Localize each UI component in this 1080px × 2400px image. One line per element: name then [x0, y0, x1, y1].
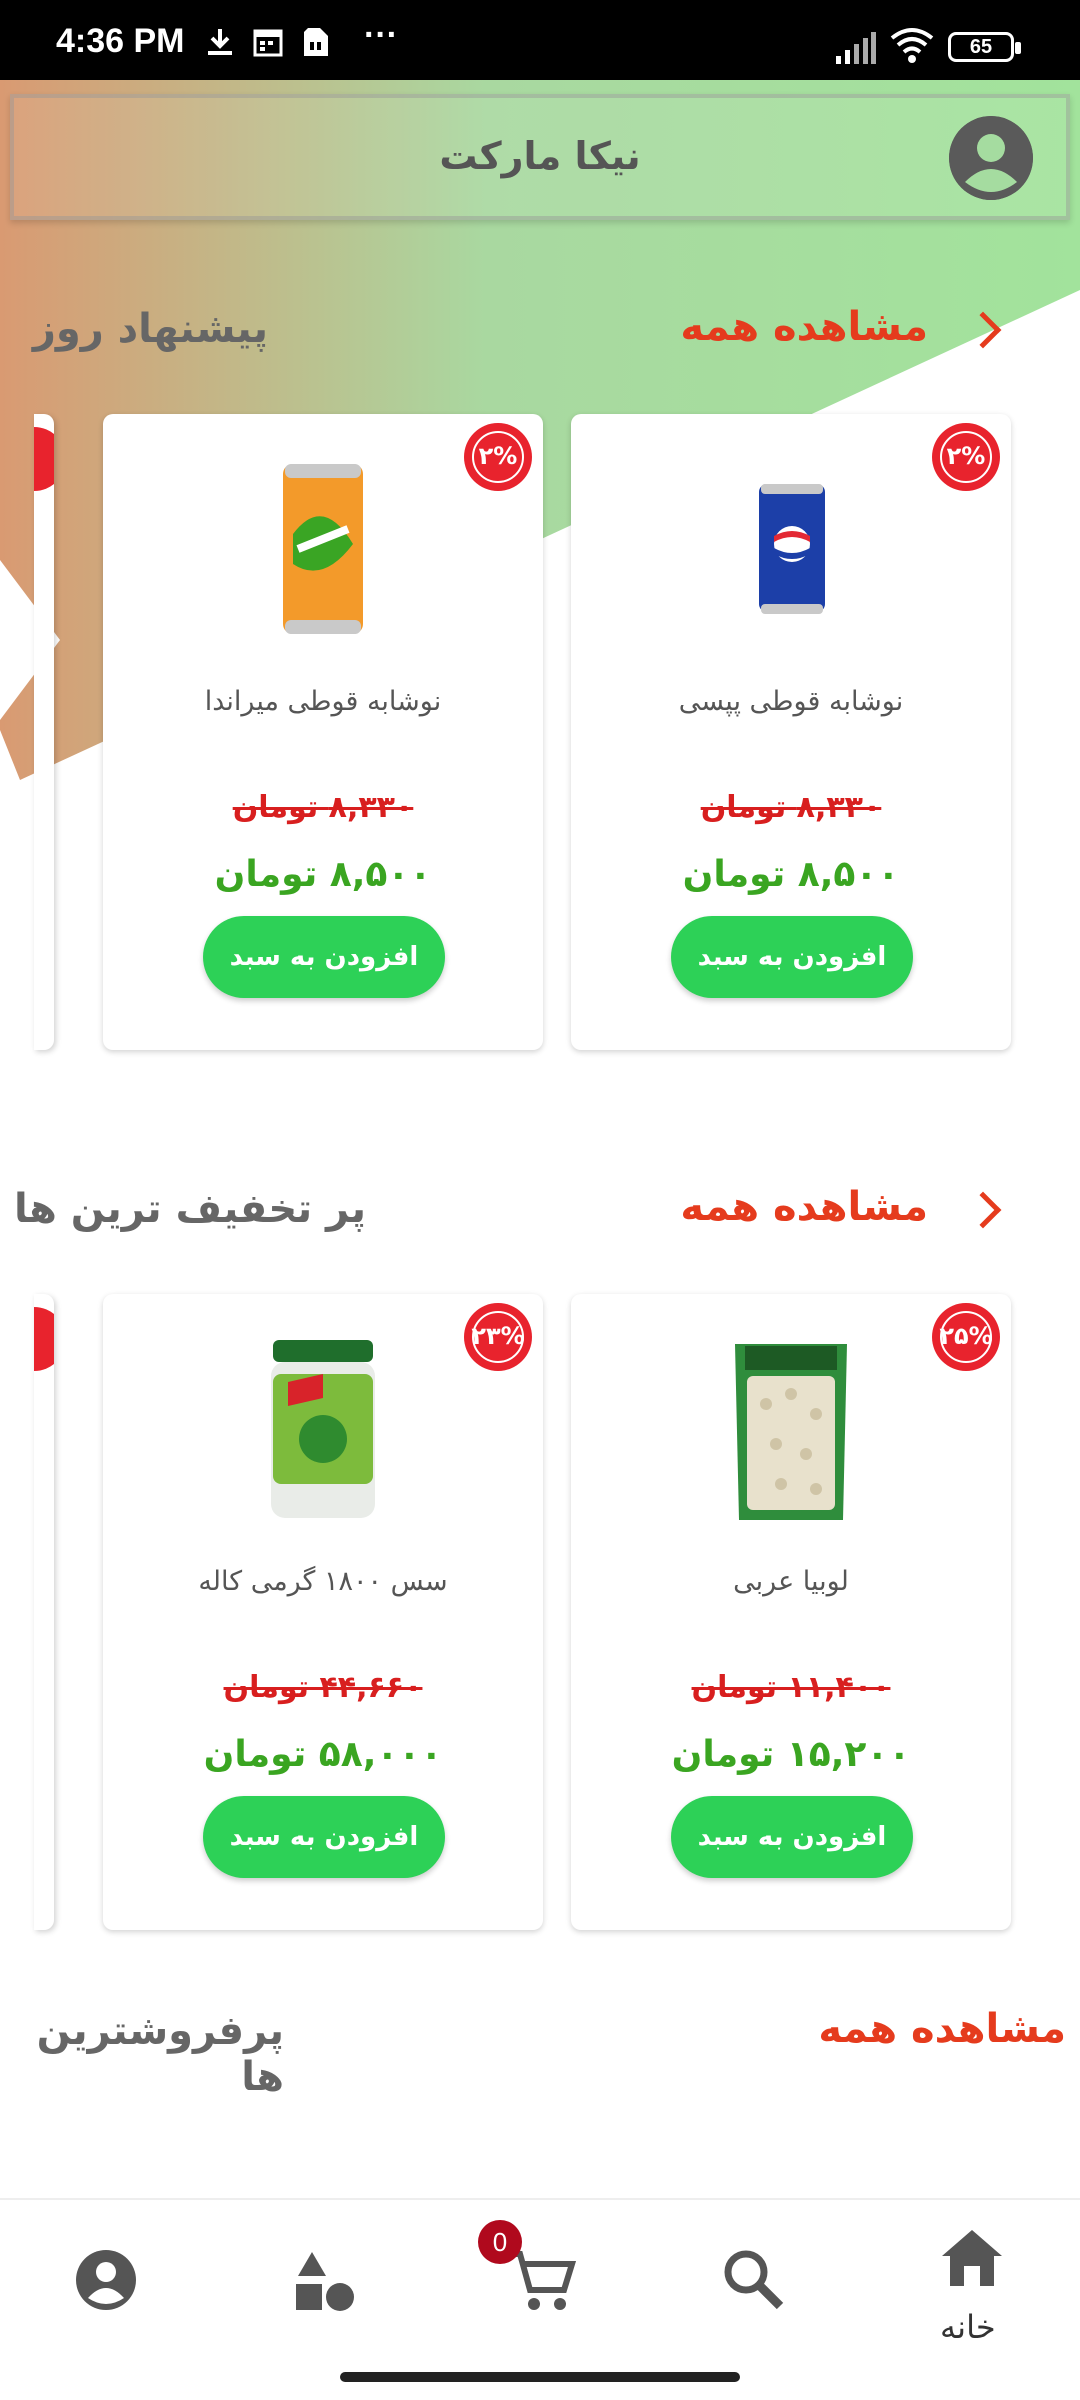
- chevron-right-icon[interactable]: [964, 1191, 1002, 1229]
- mirinda-can-image: [283, 464, 363, 634]
- product-card[interactable]: ۲% نوشابه قوطی میراندا ۸,۳۳۰ تومان ۸,۵۰۰…: [103, 414, 543, 1050]
- wifi-icon: [890, 28, 934, 63]
- search-icon[interactable]: [714, 2240, 794, 2320]
- new-price: ۱۵,۲۰۰ تومان: [671, 1734, 911, 1775]
- product-name: سس ۱۸۰۰ گرمی کاله: [198, 1566, 448, 1597]
- pepsi-can-image: [759, 484, 825, 614]
- add-to-cart-button[interactable]: افزودن به سبد: [203, 1796, 445, 1878]
- old-price: ۸,۳۳۰ تومان: [232, 790, 414, 825]
- product-name: نوشابه قوطی پپسی: [678, 686, 904, 717]
- bottom-navigation: 0 خانه: [0, 2198, 1080, 2400]
- beans-bag-image: [735, 1344, 847, 1520]
- discount-badge-icon: [34, 427, 54, 491]
- discount-text: ۲۵%: [939, 1322, 993, 1350]
- product-card[interactable]: ۲% نوشابه قوطی پپسی ۸,۳۳۰ تومان ۸,۵۰۰ تو…: [571, 414, 1011, 1050]
- signal-icon: [836, 32, 876, 64]
- discount-badge: ۲۵%: [931, 1302, 1001, 1372]
- see-all-best-sellers[interactable]: مشاهده همه: [818, 2006, 1066, 2052]
- add-to-cart-button[interactable]: افزودن به سبد: [671, 1796, 913, 1878]
- gesture-home-bar[interactable]: [340, 2372, 740, 2382]
- discount-badge-icon: [34, 1307, 54, 1371]
- product-name: نوشابه قوطی میراندا: [204, 686, 442, 717]
- discount-badge: ۲%: [931, 422, 1001, 492]
- product-name: لوبیا عربی: [733, 1566, 849, 1597]
- profile-icon[interactable]: [66, 2240, 146, 2320]
- status-time: 4:36 PM: [56, 22, 185, 60]
- discount-badge: ۲%: [463, 422, 533, 492]
- new-price: ۵۸,۰۰۰ تومان: [203, 1734, 443, 1775]
- discount-text: ۲۳%: [471, 1322, 525, 1350]
- product-card[interactable]: ۲۵% لوبیا عربی ۱۱,۴۰۰ تومان ۱۵,۲۰۰ تومان…: [571, 1294, 1011, 1930]
- status-bar: 4:36 PM ··· 65: [0, 0, 1080, 80]
- app-screen: 4:36 PM ··· 65 نیکا مارکت پیشنهاد روز مش…: [0, 0, 1080, 2400]
- nav-label-home[interactable]: خانه: [940, 2308, 996, 2346]
- see-all-daily-offer[interactable]: مشاهده همه: [680, 304, 928, 350]
- more-dots: ···: [364, 16, 398, 54]
- old-price: ۸,۳۳۰ تومان: [700, 790, 882, 825]
- new-price: ۸,۵۰۰ تومان: [214, 854, 432, 895]
- sim-card-icon: [304, 28, 328, 56]
- add-to-cart-button[interactable]: افزودن به سبد: [671, 916, 913, 998]
- product-card[interactable]: ۲۳% سس ۱۸۰۰ گرمی کاله ۴۴,۶۶۰ تومان ۵۸,۰۰…: [103, 1294, 543, 1930]
- cart-count-badge: 0: [478, 2220, 522, 2264]
- battery-icon: 65: [948, 32, 1021, 62]
- home-icon[interactable]: [932, 2220, 1012, 2300]
- profile-avatar-icon[interactable]: [949, 116, 1033, 200]
- discount-text: ۲%: [946, 442, 986, 470]
- old-price: ۴۴,۶۶۰ تومان: [223, 1670, 423, 1705]
- app-header: نیکا مارکت: [10, 94, 1070, 220]
- sauce-jar-image: [271, 1340, 375, 1518]
- new-price: ۸,۵۰۰ تومان: [682, 854, 900, 895]
- partial-product-card[interactable]: [34, 1294, 54, 1930]
- calendar-icon: [253, 29, 283, 57]
- section-title-most-discount: پر تخفیف ترین ها: [14, 1186, 366, 1232]
- categories-icon[interactable]: [284, 2240, 364, 2320]
- app-title: نیکا مارکت: [439, 134, 641, 178]
- discount-badge: ۲۳%: [463, 1302, 533, 1372]
- section-title-daily-offer: پیشنهاد روز: [32, 306, 268, 352]
- partial-product-card[interactable]: [34, 414, 54, 1050]
- see-all-most-discount[interactable]: مشاهده همه: [680, 1184, 928, 1230]
- section-title-best-sellers: پرفروشترین ها: [36, 2008, 284, 2100]
- discount-text: ۲%: [478, 442, 518, 470]
- old-price: ۱۱,۴۰۰ تومان: [691, 1670, 891, 1705]
- download-icon: [208, 29, 232, 55]
- add-to-cart-button[interactable]: افزودن به سبد: [203, 916, 445, 998]
